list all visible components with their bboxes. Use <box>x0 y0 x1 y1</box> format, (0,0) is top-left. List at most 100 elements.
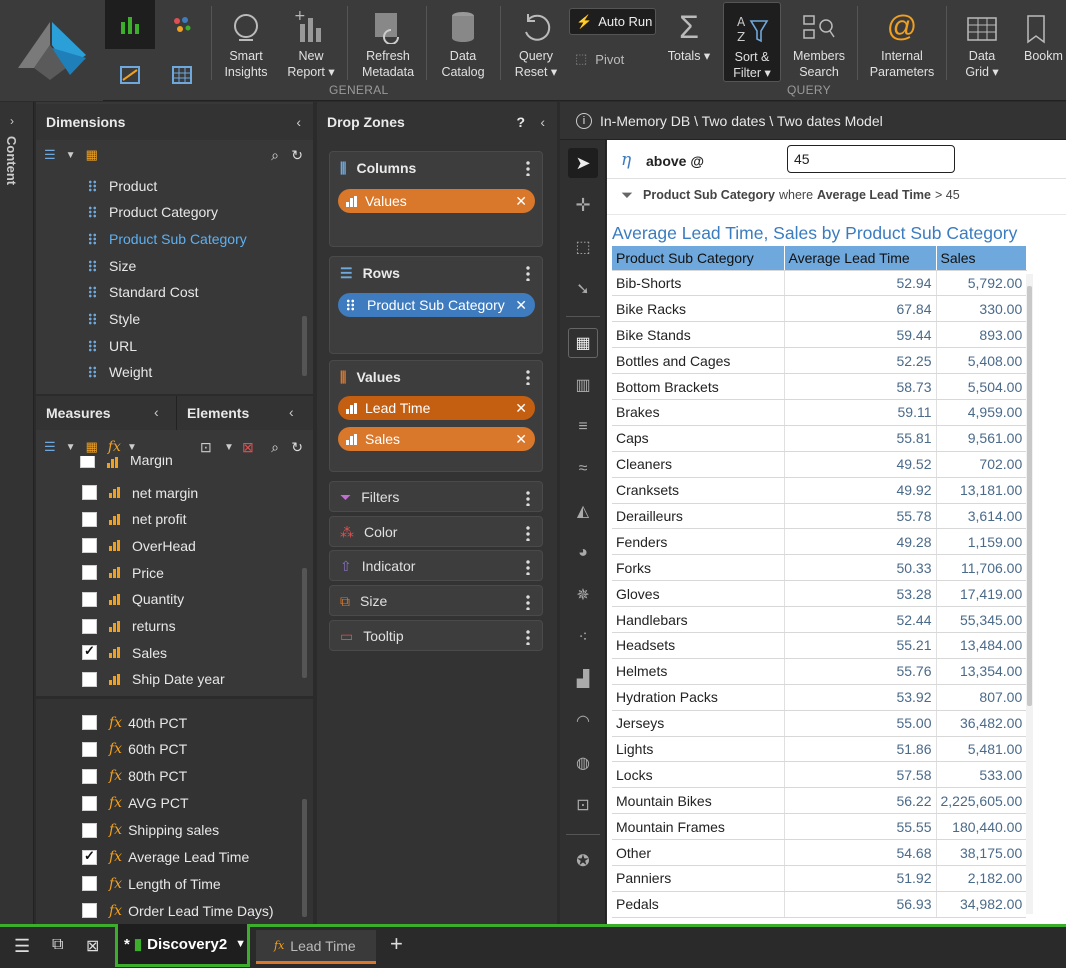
checkbox[interactable] <box>82 715 97 730</box>
sort-filter-button[interactable]: AZ Sort & Filter ▾ <box>723 2 781 82</box>
value-cell[interactable]: 11,706.00 <box>935 554 1027 582</box>
collapse-left-icon[interactable]: ‹ <box>296 114 301 130</box>
checkbox[interactable] <box>82 485 97 500</box>
value-cell[interactable]: 2,225,605.00 <box>935 787 1027 815</box>
value-cell[interactable]: 49.28 <box>783 528 936 556</box>
value-cell[interactable]: 53.92 <box>783 684 936 711</box>
grid-scrollbar-thumb[interactable] <box>1027 286 1032 706</box>
calculated-element-item[interactable]: fx Order Lead Time Days) <box>82 897 274 924</box>
pie-chart-icon[interactable]: ◕ <box>568 538 598 568</box>
value-cell[interactable]: 55.21 <box>783 632 936 659</box>
value-cell[interactable]: 807.00 <box>935 684 1027 711</box>
table-row[interactable]: Bike Stands 59.44 893.00 <box>612 321 1027 349</box>
sales-pill[interactable]: Sales ✕ <box>338 427 535 451</box>
value-cell[interactable]: 3,614.00 <box>935 503 1027 530</box>
value-cell[interactable]: 13,354.00 <box>935 658 1027 685</box>
more-icon[interactable] <box>526 559 530 575</box>
row-header-cell[interactable]: Forks <box>612 554 784 582</box>
more-icon[interactable] <box>526 265 530 281</box>
row-header-cell[interactable]: Mountain Bikes <box>612 787 784 815</box>
grid-view-icon[interactable] <box>157 50 207 99</box>
drill-icon[interactable]: ➘ <box>568 274 598 304</box>
table-row[interactable]: Caps 55.81 9,561.00 <box>612 425 1027 452</box>
value-cell[interactable]: 56.22 <box>783 787 936 815</box>
dimension-item[interactable]: Product Category <box>88 199 218 226</box>
checkbox[interactable] <box>82 876 97 892</box>
tab-discovery2[interactable]: * ▮ Discovery2 ▼ <box>115 924 250 967</box>
dropdown-caret-icon[interactable]: ▼ <box>66 442 76 453</box>
value-cell[interactable]: 59.11 <box>783 399 936 426</box>
value-cell[interactable]: 55,345.00 <box>935 606 1027 633</box>
dropdown-caret-icon[interactable]: ▼ <box>127 442 137 453</box>
measures-scrollbar[interactable] <box>302 568 307 678</box>
table-row[interactable]: Locks 57.58 533.00 <box>612 761 1027 789</box>
value-cell[interactable]: 55.76 <box>783 658 936 685</box>
checkbox[interactable] <box>82 795 97 811</box>
new-tab-icon[interactable]: ⊠ <box>86 936 99 956</box>
row-header-cell[interactable]: Lights <box>612 736 784 763</box>
value-cell[interactable]: 55.00 <box>783 710 936 737</box>
product-sub-category-pill[interactable]: Product Sub Category ✕ <box>338 293 535 317</box>
dimensions-scrollbar[interactable] <box>302 316 307 376</box>
table-row[interactable]: Pedals 56.93 34,982.00 <box>612 891 1027 918</box>
row-header-cell[interactable]: Brakes <box>612 399 784 426</box>
tab-elements[interactable]: Elements <box>187 405 249 421</box>
rows-zone[interactable]: ☰ Rows Product Sub Category ✕ <box>329 256 543 354</box>
value-cell[interactable]: 893.00 <box>935 321 1027 349</box>
dimension-item[interactable]: Size <box>88 252 136 279</box>
filters-zone[interactable]: ⏷ Filters <box>329 481 543 512</box>
bar-chart-icon[interactable]: ≡ <box>568 412 598 442</box>
value-cell[interactable]: 5,481.00 <box>935 736 1027 763</box>
row-header-cell[interactable]: Bib-Shorts <box>612 270 784 297</box>
row-header-cell[interactable]: Hydration Packs <box>612 684 784 711</box>
table-row[interactable]: Cleaners 49.52 702.00 <box>612 451 1027 478</box>
map-icon[interactable]: ◍ <box>568 748 598 778</box>
line-chart-icon[interactable]: ≈ <box>568 454 598 484</box>
tab-measures[interactable]: Measures <box>46 405 111 421</box>
collapse-left-icon[interactable]: ‹ <box>540 114 545 130</box>
table-row[interactable]: Headsets 55.21 13,484.00 <box>612 632 1027 659</box>
table-row[interactable]: Mountain Frames 55.55 180,440.00 <box>612 813 1027 841</box>
members-search-button[interactable]: Members Search <box>789 0 849 86</box>
checkbox[interactable] <box>82 903 97 919</box>
row-header-cell[interactable]: Bottom Brackets <box>612 373 784 400</box>
dimension-item[interactable]: Weight <box>88 359 152 386</box>
chevron-down-icon[interactable]: ▼ <box>235 938 246 950</box>
hierarchy-icon[interactable]: ☰ <box>44 439 56 455</box>
checkbox[interactable] <box>82 848 97 865</box>
scatter-chart-icon[interactable]: ⁖ <box>568 622 598 652</box>
row-header-cell[interactable]: Mountain Frames <box>612 813 784 841</box>
grid-scrollbar-track[interactable] <box>1026 274 1033 914</box>
app-logo[interactable] <box>0 0 103 101</box>
row-header-cell[interactable]: Fenders <box>612 528 784 556</box>
value-cell[interactable]: 55.78 <box>783 503 936 530</box>
calculated-element-item[interactable]: fx 40th PCT <box>82 709 187 736</box>
checkbox[interactable] <box>82 618 97 634</box>
table-row[interactable]: Fenders 49.28 1,159.00 <box>612 528 1027 556</box>
collapse-measures-icon[interactable]: ‹ <box>154 404 159 420</box>
more-icon[interactable] <box>526 594 530 610</box>
delete-element-icon[interactable]: ⊠ <box>242 439 254 456</box>
table-row[interactable]: Gloves 53.28 17,419.00 <box>612 580 1027 608</box>
row-header-cell[interactable]: Bike Stands <box>612 321 784 349</box>
row-header-cell[interactable]: Bottles and Cages <box>612 347 784 375</box>
value-cell[interactable]: 55.81 <box>783 425 936 452</box>
table-row[interactable]: Handlebars 52.44 55,345.00 <box>612 606 1027 633</box>
table-row[interactable]: Other 54.68 38,175.00 <box>612 839 1027 866</box>
smart-insights-button[interactable]: Smart Insights <box>218 0 274 86</box>
more-icon[interactable] <box>526 490 530 506</box>
radar-chart-icon[interactable]: ✵ <box>568 580 598 610</box>
value-cell[interactable]: 36,482.00 <box>935 710 1027 737</box>
column-header[interactable]: Average Lead Time <box>784 246 937 271</box>
move-icon[interactable]: ✛ <box>568 190 598 220</box>
open-report-icon[interactable]: ⧉ <box>52 936 63 954</box>
list-item-partial[interactable]: Margin <box>80 456 173 468</box>
calendar-icon[interactable]: ▦ <box>86 439 98 455</box>
measure-item[interactable]: returns <box>82 613 176 640</box>
dimension-item[interactable]: URL <box>88 332 137 359</box>
select-area-icon[interactable]: ⬚ <box>568 232 598 262</box>
value-cell[interactable]: 2,182.00 <box>935 865 1027 892</box>
column-chart-icon[interactable]: ▥ <box>568 370 598 400</box>
values-pill[interactable]: Values ✕ <box>338 189 535 213</box>
close-icon[interactable]: ✕ <box>515 400 527 417</box>
